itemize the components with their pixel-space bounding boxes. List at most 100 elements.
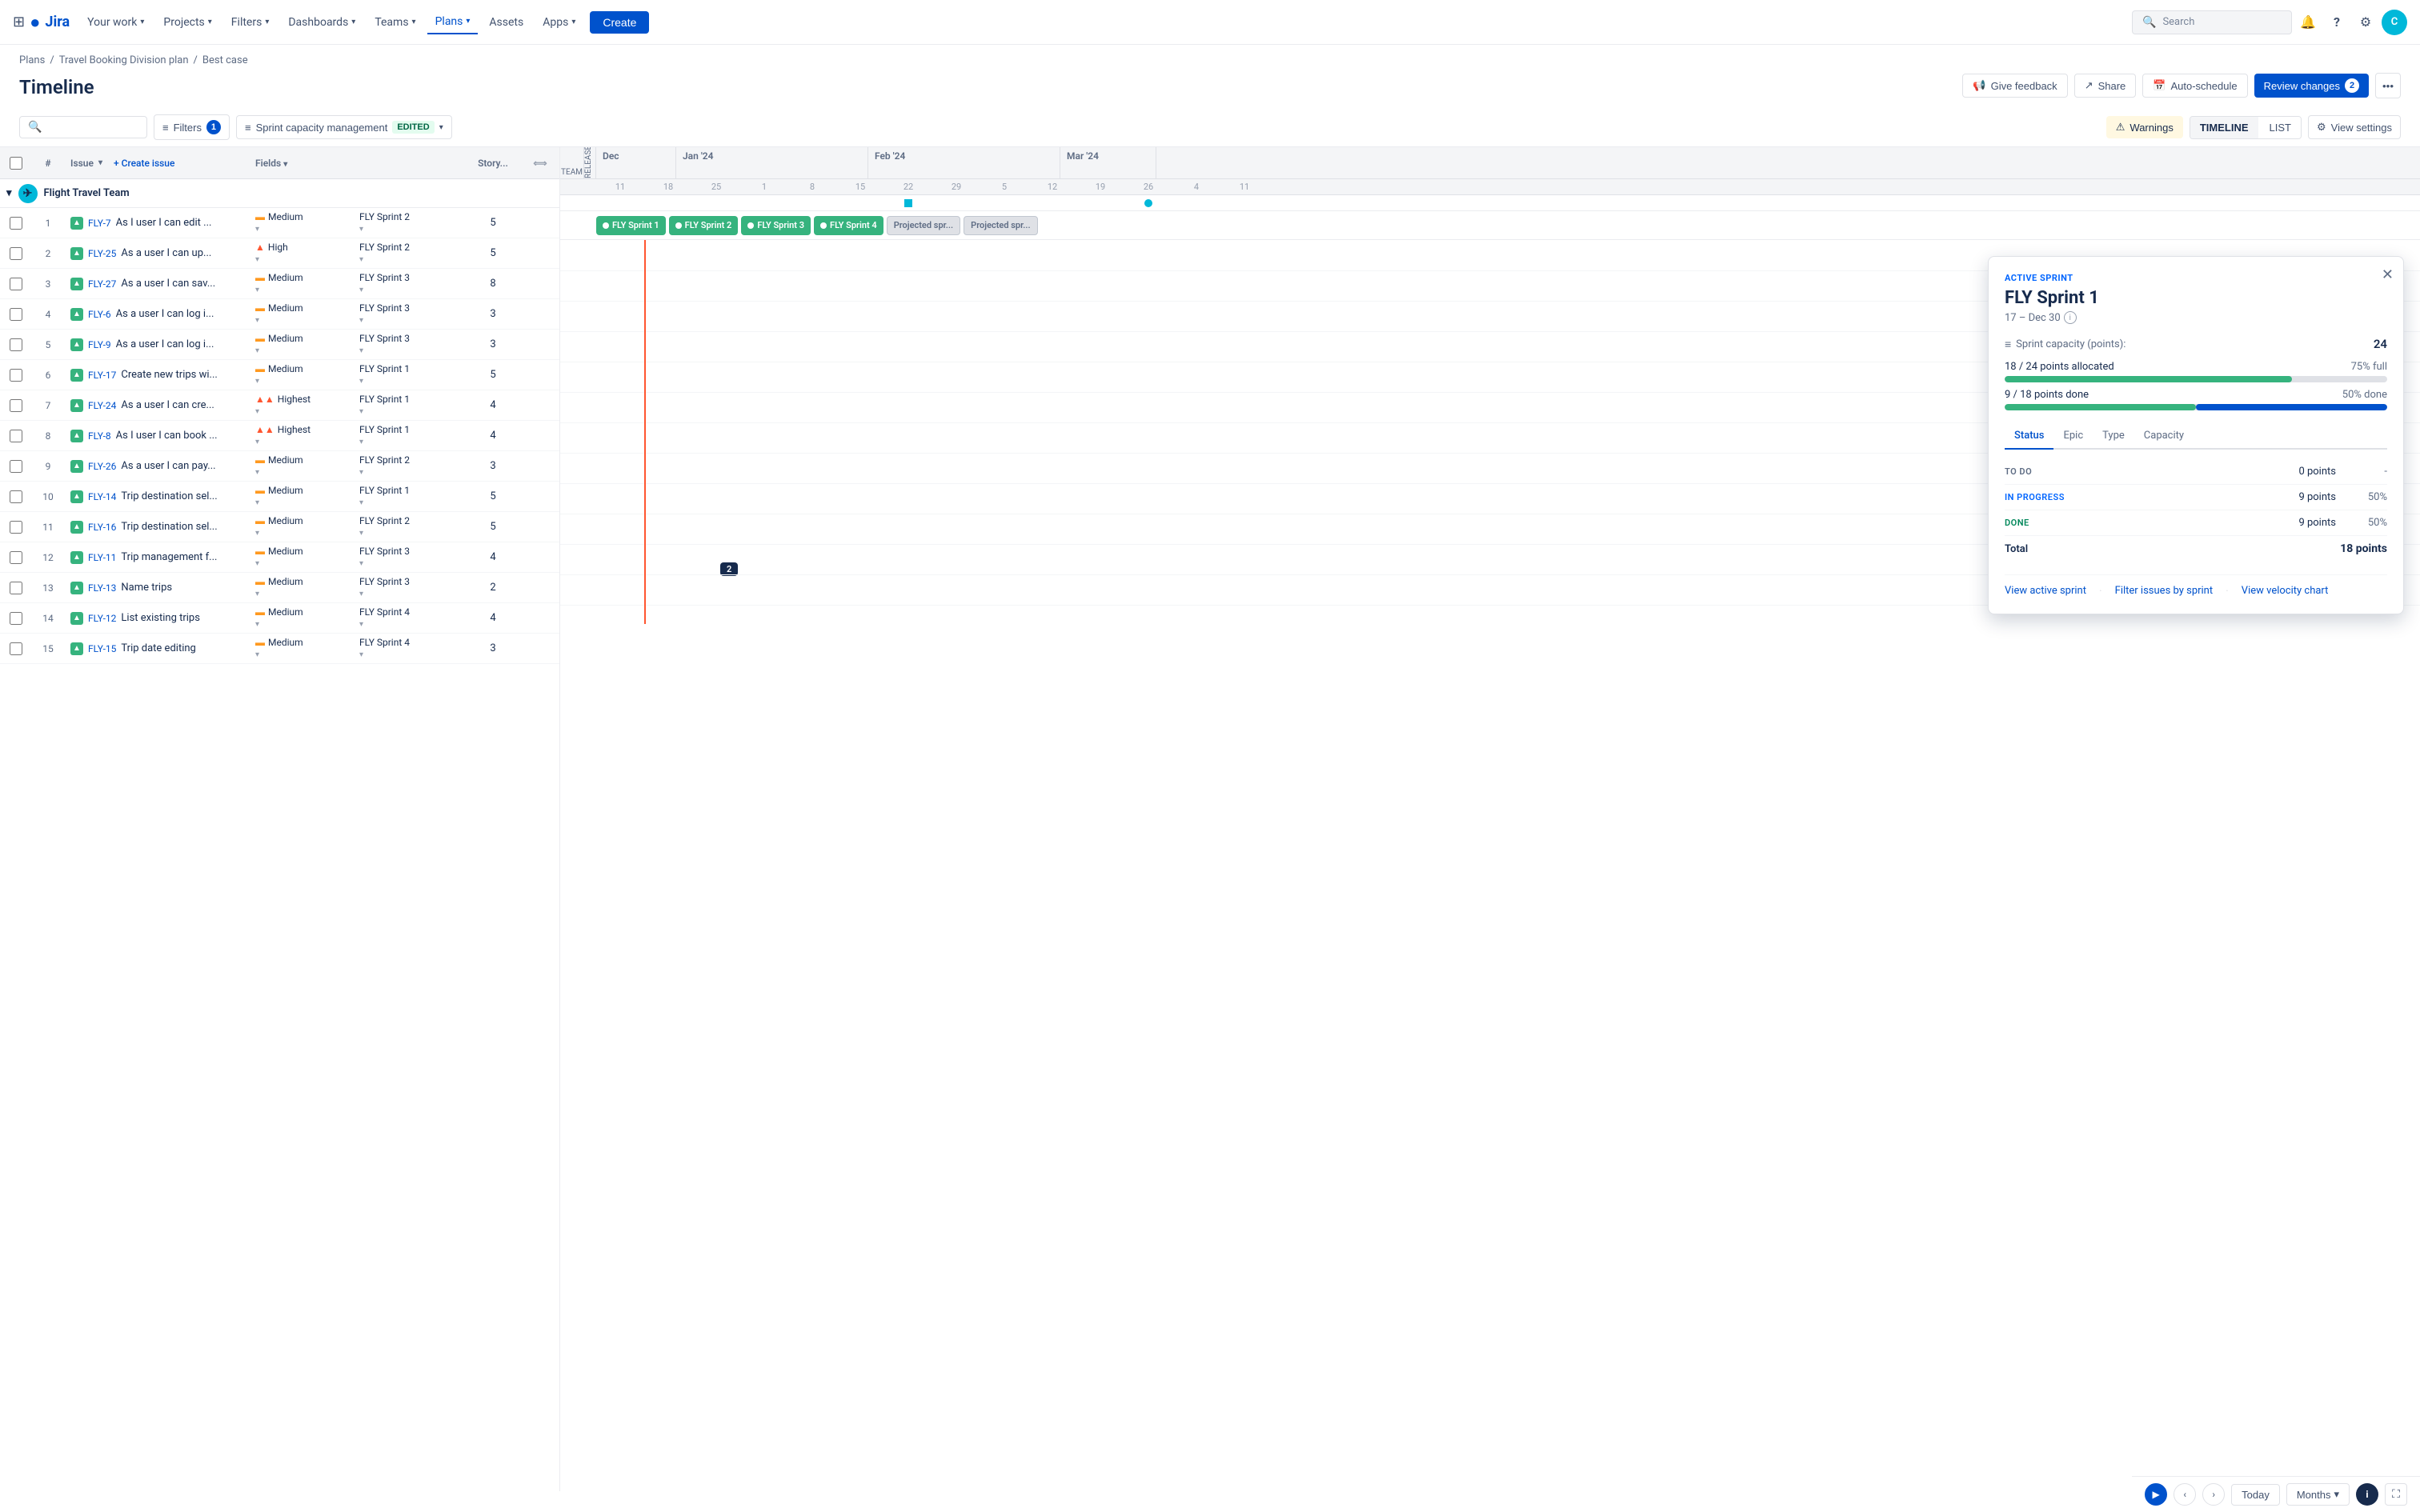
tab-status[interactable]: Status: [2005, 423, 2053, 450]
priority-dropdown[interactable]: ▾: [255, 377, 259, 386]
tab-epic[interactable]: Epic: [2053, 423, 2093, 450]
issue-id-link[interactable]: FLY-14: [88, 491, 116, 502]
select-all-checkbox[interactable]: [10, 157, 22, 170]
issue-id-link[interactable]: FLY-24: [88, 400, 116, 411]
next-arrow[interactable]: ›: [2202, 1483, 2225, 1506]
priority-dropdown[interactable]: ▾: [255, 650, 259, 659]
row-checkbox[interactable]: [10, 521, 22, 534]
sprint-dropdown[interactable]: ▾: [359, 255, 363, 264]
priority-dropdown[interactable]: ▾: [255, 286, 259, 294]
review-changes-button[interactable]: Review changes 2: [2254, 74, 2369, 98]
nav-plans[interactable]: Plans ▾: [427, 10, 479, 34]
priority-dropdown[interactable]: ▾: [255, 468, 259, 477]
row-checkbox[interactable]: [10, 612, 22, 625]
help-button[interactable]: ?: [2324, 10, 2350, 35]
row-checkbox[interactable]: [10, 551, 22, 564]
priority-dropdown[interactable]: ▾: [255, 316, 259, 325]
issue-id-link[interactable]: FLY-15: [88, 643, 116, 654]
priority-dropdown[interactable]: ▾: [255, 438, 259, 446]
issue-search[interactable]: 🔍: [19, 116, 147, 138]
avatar[interactable]: C: [2382, 10, 2407, 35]
tab-capacity[interactable]: Capacity: [2134, 423, 2194, 450]
nav-apps[interactable]: Apps ▾: [535, 11, 583, 34]
months-button[interactable]: Months ▾: [2286, 1483, 2350, 1506]
issue-id-link[interactable]: FLY-25: [88, 248, 116, 259]
view-active-sprint-link[interactable]: View active sprint: [2005, 585, 2086, 598]
sprint-bar-2[interactable]: FLY Sprint 2: [669, 216, 739, 235]
popup-close-button[interactable]: ✕: [2382, 266, 2394, 283]
more-options-button[interactable]: •••: [2375, 73, 2401, 98]
issue-id-link[interactable]: FLY-16: [88, 522, 116, 533]
row-checkbox[interactable]: [10, 399, 22, 412]
issue-id-link[interactable]: FLY-9: [88, 339, 111, 350]
expand-button[interactable]: ⛶: [2385, 1483, 2407, 1506]
today-button[interactable]: Today: [2231, 1484, 2280, 1506]
search-input[interactable]: [46, 122, 138, 134]
prev-arrow[interactable]: ‹: [2174, 1483, 2196, 1506]
nav-teams[interactable]: Teams ▾: [367, 11, 423, 34]
row-checkbox[interactable]: [10, 369, 22, 382]
issue-id-link[interactable]: FLY-26: [88, 461, 116, 472]
row-checkbox[interactable]: [10, 338, 22, 351]
share-button[interactable]: ↗ Share: [2074, 74, 2137, 98]
sprint-dropdown[interactable]: ▾: [359, 529, 363, 538]
milestone-badge[interactable]: 2: [720, 562, 738, 576]
sprint-dropdown[interactable]: ▾: [359, 286, 363, 294]
row-checkbox[interactable]: [10, 582, 22, 594]
velocity-chart-link[interactable]: View velocity chart: [2242, 585, 2329, 598]
nav-assets[interactable]: Assets: [481, 11, 531, 34]
info-button[interactable]: i: [2356, 1483, 2378, 1506]
sprint-dropdown[interactable]: ▾: [359, 590, 363, 598]
sprint-bar-5[interactable]: Projected spr...: [887, 216, 960, 235]
chevron-down-icon[interactable]: ▾: [6, 187, 12, 199]
sprint-dropdown[interactable]: ▾: [359, 650, 363, 659]
search-bar[interactable]: 🔍 Search: [2132, 10, 2292, 34]
view-settings-button[interactable]: ⚙ View settings: [2308, 115, 2401, 139]
sprint-bar-4[interactable]: FLY Sprint 4: [814, 216, 883, 235]
issue-id-link[interactable]: FLY-11: [88, 552, 116, 563]
create-issue-button[interactable]: + Create issue: [107, 154, 181, 172]
issue-id-link[interactable]: FLY-12: [88, 613, 116, 624]
sprint-dropdown[interactable]: ▾: [359, 377, 363, 386]
issue-id-link[interactable]: FLY-17: [88, 370, 116, 381]
nav-projects[interactable]: Projects ▾: [155, 11, 219, 34]
priority-dropdown[interactable]: ▾: [255, 620, 259, 629]
sprint-bar-6[interactable]: Projected spr...: [964, 216, 1037, 235]
settings-button[interactable]: ⚙: [2353, 10, 2378, 35]
priority-dropdown[interactable]: ▾: [255, 498, 259, 507]
sprint-dropdown[interactable]: ▾: [359, 316, 363, 325]
filter-issues-link[interactable]: Filter issues by sprint: [2115, 585, 2213, 598]
auto-schedule-button[interactable]: 📅 Auto-schedule: [2142, 74, 2247, 98]
row-checkbox[interactable]: [10, 460, 22, 473]
row-checkbox[interactable]: [10, 247, 22, 260]
issue-id-link[interactable]: FLY-7: [88, 218, 111, 229]
nav-dashboards[interactable]: Dashboards ▾: [280, 11, 363, 34]
tab-timeline[interactable]: TIMELINE: [2190, 117, 2258, 138]
breadcrumb-division[interactable]: Travel Booking Division plan: [59, 54, 189, 66]
issue-id-link[interactable]: FLY-6: [88, 309, 111, 320]
filters-button[interactable]: ≡ Filters 1: [154, 114, 230, 140]
row-checkbox[interactable]: [10, 430, 22, 442]
sprint-dropdown[interactable]: ▾: [359, 438, 363, 446]
row-checkbox[interactable]: [10, 642, 22, 655]
tab-type[interactable]: Type: [2093, 423, 2134, 450]
sprint-dropdown[interactable]: ▾: [359, 498, 363, 507]
priority-dropdown[interactable]: ▾: [255, 407, 259, 416]
tab-list[interactable]: LIST: [2260, 117, 2301, 138]
sprint-dropdown[interactable]: ▾: [359, 346, 363, 355]
resize-icon[interactable]: ⟺: [533, 158, 547, 169]
priority-dropdown[interactable]: ▾: [255, 255, 259, 264]
sprint-dropdown[interactable]: ▾: [359, 468, 363, 477]
issue-id-link[interactable]: FLY-8: [88, 430, 111, 442]
prev-arrow-active[interactable]: ▶: [2145, 1483, 2167, 1506]
logo[interactable]: ⊞ ● Jira: [13, 12, 70, 33]
nav-yourwork[interactable]: Your work ▾: [79, 11, 152, 34]
sprint-bar-3[interactable]: FLY Sprint 3: [741, 216, 811, 235]
give-feedback-button[interactable]: 📢 Give feedback: [1962, 74, 2067, 98]
sprint-bar-1[interactable]: FLY Sprint 1: [596, 216, 666, 235]
priority-dropdown[interactable]: ▾: [255, 225, 259, 234]
sprint-filter-button[interactable]: ≡ Sprint capacity management EDITED ▾: [236, 115, 452, 139]
issue-id-link[interactable]: FLY-27: [88, 278, 116, 290]
nav-filters[interactable]: Filters ▾: [223, 11, 278, 34]
notifications-button[interactable]: 🔔: [2295, 10, 2321, 35]
